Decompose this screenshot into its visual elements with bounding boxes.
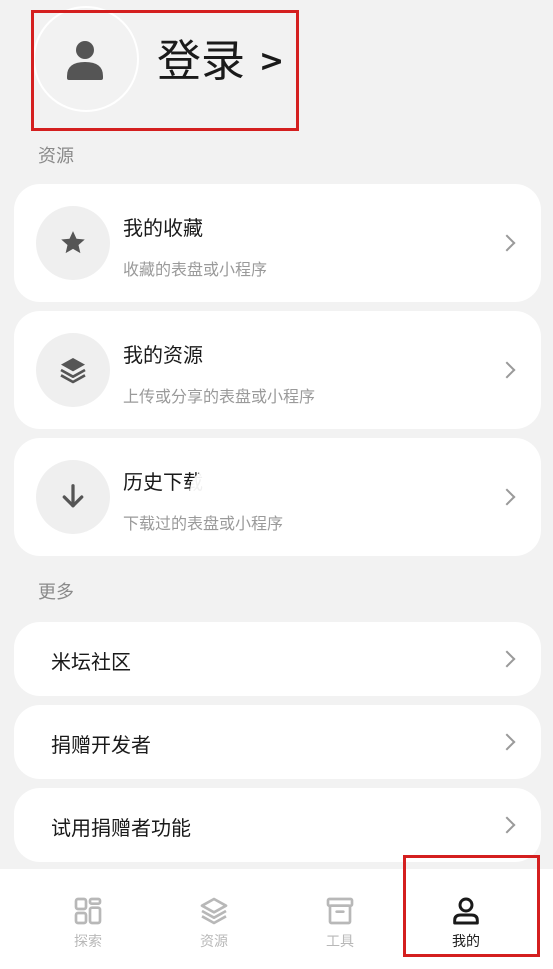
card-subtitle: 下载过的表盘或小程序 — [123, 514, 284, 533]
card-title: 历史下载 — [123, 470, 203, 494]
person-icon — [67, 41, 103, 80]
chevron-right-icon — [498, 650, 516, 668]
tab-mine[interactable]: 我的 — [403, 869, 529, 969]
tab-label: 探索 — [74, 934, 102, 950]
icon-circle — [36, 206, 110, 280]
chevron-right-icon — [498, 816, 516, 834]
item-trial-donor-features[interactable]: 试用捐赠者功能 — [14, 788, 541, 862]
section-title-resources: 资源 — [38, 146, 74, 167]
login-label: 登录 — [157, 36, 245, 87]
item-community[interactable]: 米坛社区 — [14, 622, 541, 696]
chevron-right-icon — [498, 488, 516, 506]
person-icon — [453, 897, 479, 925]
section-title-more: 更多 — [38, 582, 74, 603]
grid-icon — [74, 897, 102, 925]
layers-icon — [200, 897, 228, 925]
card-favorites[interactable]: 我的收藏 收藏的表盘或小程序 — [14, 184, 541, 302]
profile-header: 登录 > — [0, 0, 553, 135]
tab-tools[interactable]: 工具 — [277, 869, 403, 969]
download-icon — [62, 484, 84, 508]
login-button[interactable]: 登录 > — [157, 32, 284, 92]
chevron-right-icon — [498, 361, 516, 379]
card-title: 我的资源 — [123, 343, 203, 367]
chevron-right-icon — [498, 733, 516, 751]
chevron-right-icon — [498, 234, 516, 252]
card-subtitle: 收藏的表盘或小程序 — [123, 260, 268, 279]
tab-resources[interactable]: 资源 — [151, 869, 277, 969]
tab-label: 我的 — [452, 934, 480, 950]
icon-circle — [36, 460, 110, 534]
item-label: 试用捐赠者功能 — [51, 816, 191, 840]
tab-explore[interactable]: 探索 — [25, 869, 151, 969]
archive-icon — [326, 897, 354, 925]
item-donate-developer[interactable]: 捐赠开发者 — [14, 705, 541, 779]
tab-label: 资源 — [200, 934, 228, 950]
avatar[interactable] — [57, 30, 117, 90]
tab-label: 工具 — [326, 934, 354, 950]
star-icon — [61, 231, 85, 254]
card-download-history[interactable]: 历史下载 下载过的表盘或小程序 — [14, 438, 541, 556]
item-label: 捐赠开发者 — [51, 733, 151, 757]
login-arrow: > — [259, 44, 285, 79]
card-my-resources[interactable]: 我的资源 上传或分享的表盘或小程序 — [14, 311, 541, 429]
card-subtitle: 上传或分享的表盘或小程序 — [123, 387, 316, 406]
item-label: 米坛社区 — [51, 650, 131, 674]
bottom-tab-bar: 探索 资源 工具 我的 — [0, 869, 553, 969]
card-title: 我的收藏 — [123, 216, 203, 240]
icon-circle — [36, 333, 110, 407]
layers-icon — [60, 358, 86, 384]
